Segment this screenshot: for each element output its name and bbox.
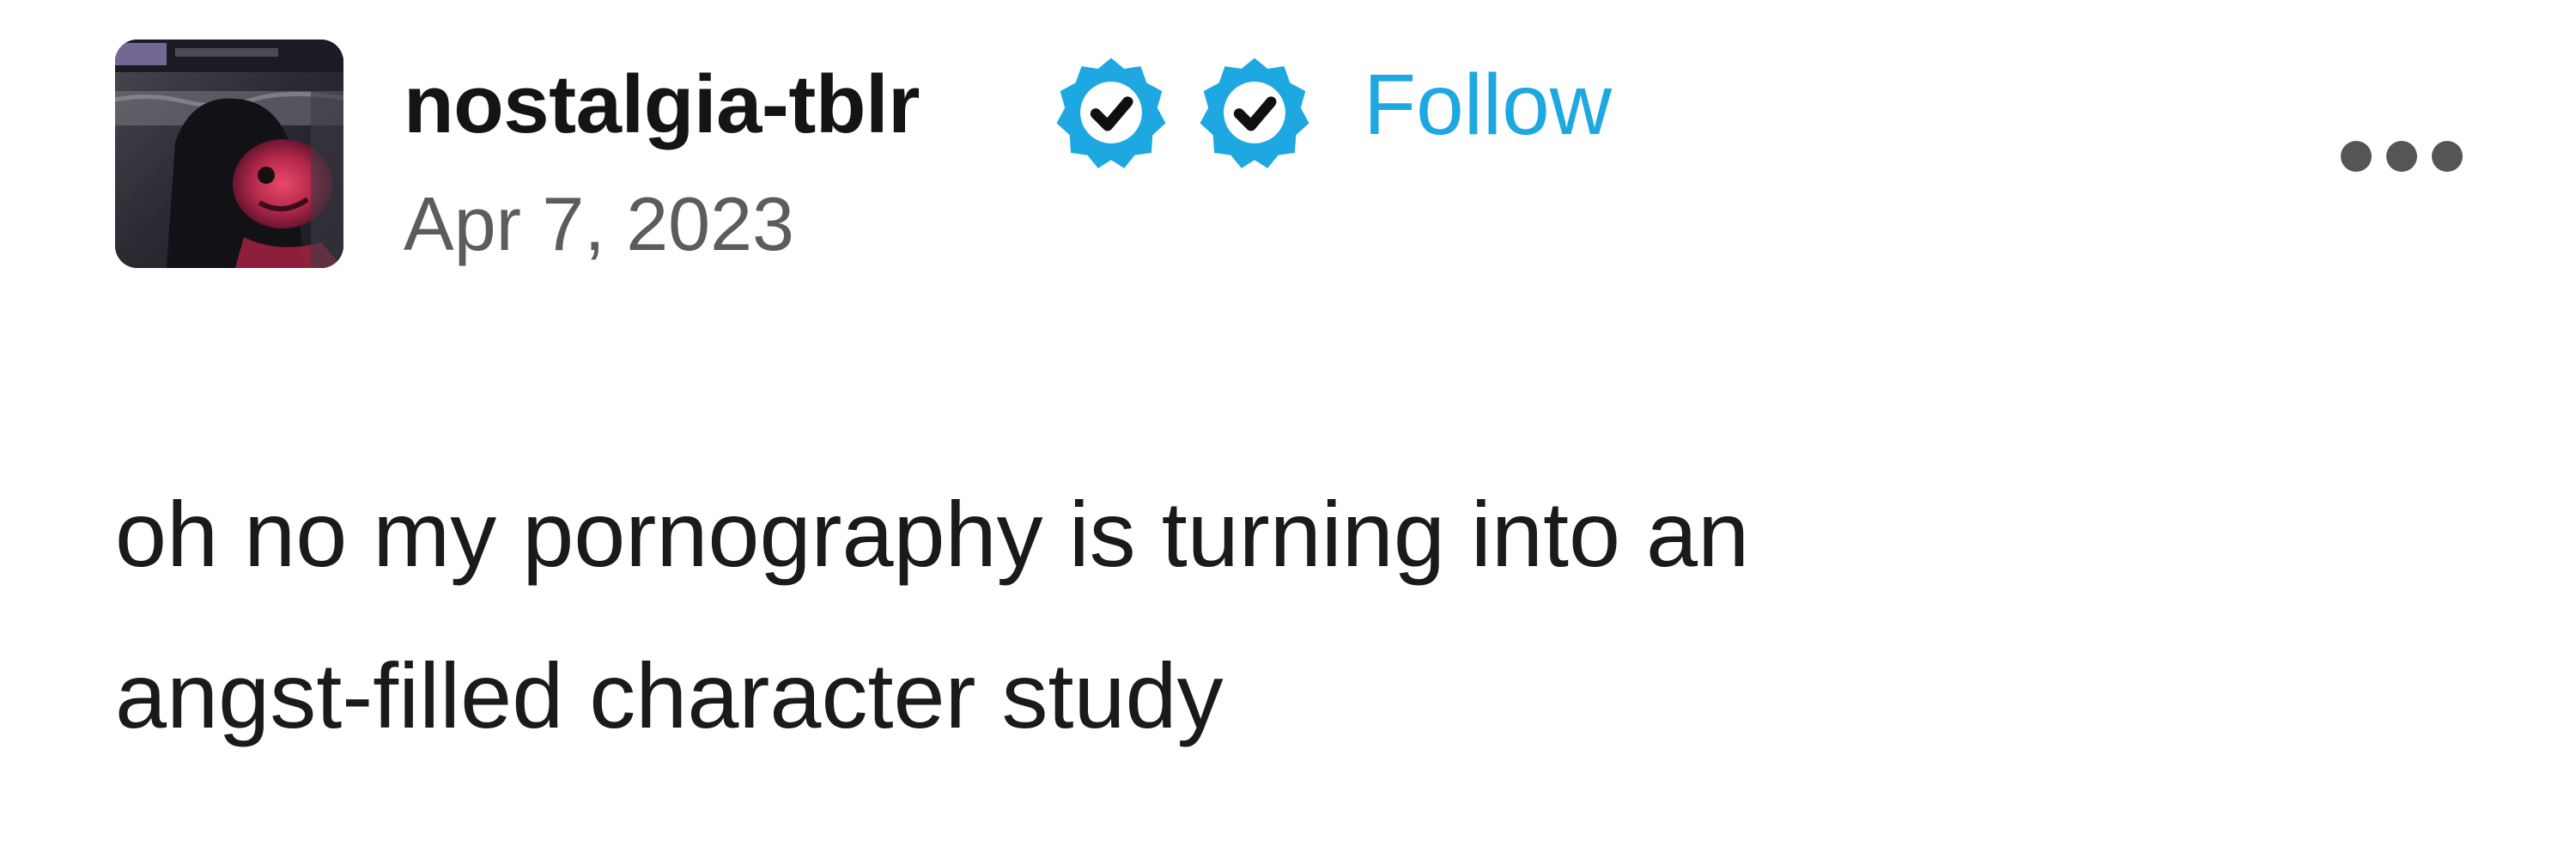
blog-name[interactable]: nostalgia-tblr	[404, 53, 920, 156]
more-horizontal-icon[interactable]	[2337, 137, 2466, 175]
post-body: oh no my pornography is turning into an …	[115, 454, 2433, 777]
verified-badge-icon	[1195, 53, 1314, 172]
post-date[interactable]: Apr 7, 2023	[404, 177, 794, 271]
avatar-image	[115, 40, 343, 268]
post-text-line: oh no my pornography is turning into an	[115, 482, 1750, 586]
post-card: nostalgia-tblr Follow Apr 7, 2023 oh no …	[0, 0, 2576, 859]
post-text-line: angst-filled character study	[115, 643, 1224, 747]
follow-button[interactable]: Follow	[1364, 53, 1612, 156]
avatar[interactable]	[115, 40, 343, 268]
verified-badge-icon	[1052, 53, 1170, 172]
